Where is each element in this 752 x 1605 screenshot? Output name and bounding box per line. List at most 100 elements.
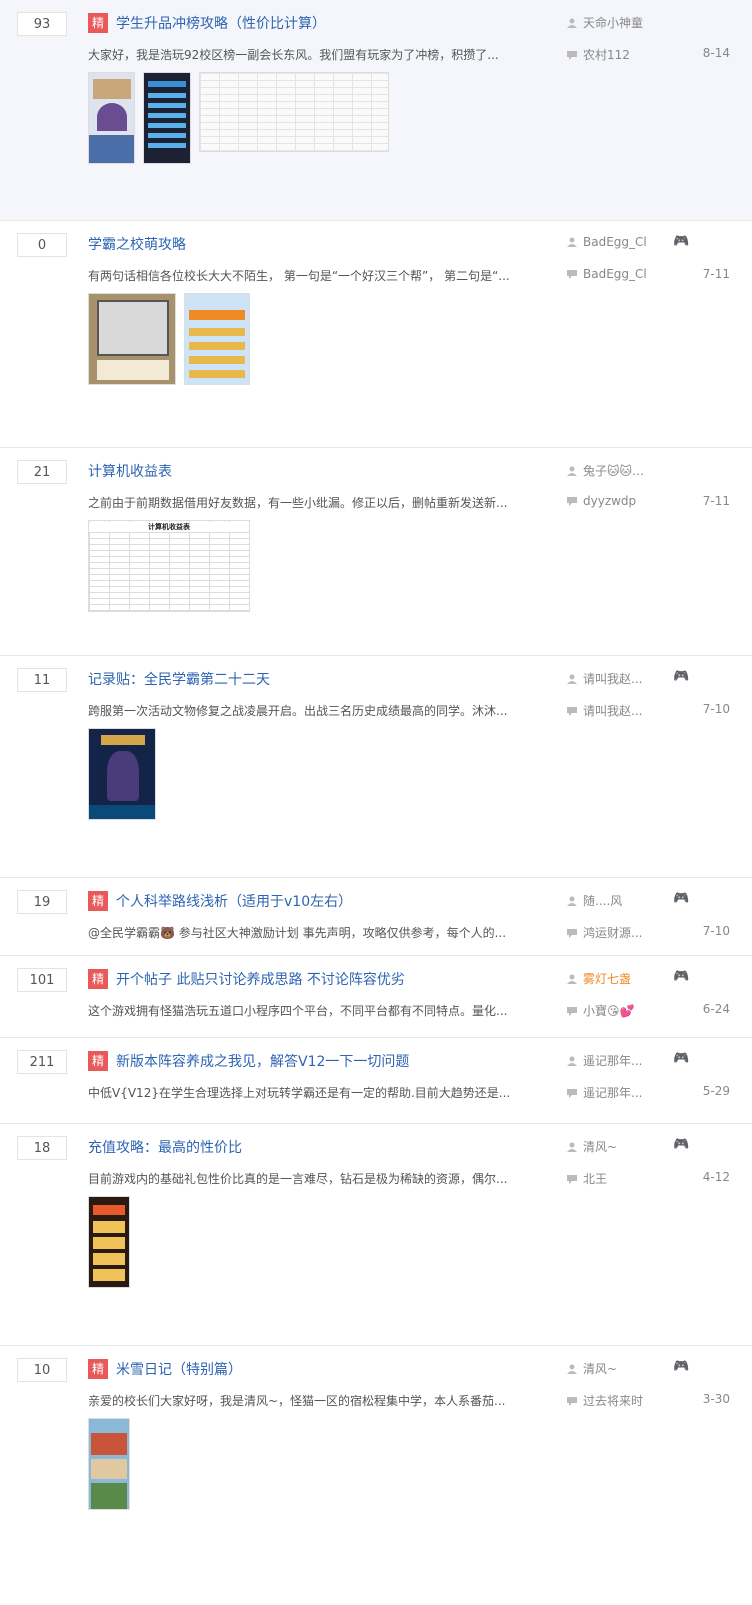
thread-author[interactable]: 天命小神童 <box>567 14 643 31</box>
thread-author[interactable]: 清风~ <box>567 1138 617 1155</box>
thread-title[interactable]: 学生升品冲榜攻略（性价比计算） <box>116 13 326 33</box>
last-reply-name[interactable]: 小寶😘💕 <box>583 1002 634 1019</box>
comment-icon <box>567 706 577 716</box>
last-reply[interactable]: 请叫我赵... <box>567 702 642 719</box>
thread-row[interactable]: 11 记录贴：全民学霸第二十二天 跨服第一次活动文物修复之战凌晨开启。出战三名历… <box>0 656 752 878</box>
last-reply[interactable]: 遥记那年... <box>567 1084 642 1101</box>
thread-author[interactable]: 雾灯七盏 <box>567 970 631 987</box>
thread-abstract: 目前游戏内的基础礼包性价比真的是一言难尽，钻石是极为稀缺的资源，偶尔... <box>88 1172 508 1186</box>
comment-icon <box>567 1174 577 1184</box>
thumbnail-data-sheet[interactable] <box>199 72 389 152</box>
thread-author[interactable]: 遥记那年... <box>567 1052 642 1069</box>
thread-row[interactable]: 18 充值攻略：最高的性价比 目前游戏内的基础礼包性价比真的是一言难尽，钻石是极… <box>0 1124 752 1346</box>
thread-title[interactable]: 米雪日记（特别篇） <box>116 1359 242 1379</box>
thread-abstract: 有两句话相信各位校长大大不陌生， 第一句是“一个好汉三个帮”， 第二句是“... <box>88 269 510 283</box>
last-reply[interactable]: BadEgg_Cl <box>567 267 647 281</box>
thread-author[interactable]: 请叫我赵... <box>567 670 642 687</box>
last-reply[interactable]: 鸿运财源... <box>567 924 642 941</box>
user-icon <box>567 466 577 476</box>
thread-abstract: 中低V{V12}在学生合理选择上对玩转学霸还是有一定的帮助.目前大趋势还是... <box>88 1086 511 1100</box>
gamepad-icon: 🎮 <box>673 1359 690 1374</box>
essence-badge: 精 <box>88 1359 108 1379</box>
reply-count: 10 <box>17 1358 67 1382</box>
gamepad-icon: 🎮 <box>673 234 690 249</box>
thread-abstract: 亲爱的校长们大家好呀，我是清风~，怪猫一区的宿松程集中学，本人系番茄... <box>88 1394 506 1408</box>
last-reply[interactable]: 过去将来时 <box>567 1392 643 1409</box>
thread-title[interactable]: 记录贴：全民学霸第二十二天 <box>88 669 270 689</box>
thread-title[interactable]: 充值攻略：最高的性价比 <box>88 1137 242 1157</box>
last-reply-name[interactable]: 请叫我赵... <box>583 702 642 719</box>
thread-title[interactable]: 开个帖子 此贴只讨论养成思路 不讨论阵容优劣 <box>116 969 405 989</box>
author-name[interactable]: 兔子🐱🐱… <box>583 462 644 479</box>
last-reply-name[interactable]: 遥记那年... <box>583 1084 642 1101</box>
thumbnail-game-shop[interactable] <box>184 293 250 385</box>
user-icon <box>567 1056 577 1066</box>
thread-author[interactable]: 兔子🐱🐱… <box>567 462 644 479</box>
thread-row[interactable]: 10 精米雪日记（特别篇） 亲爱的校长们大家好呀，我是清风~，怪猫一区的宿松程集… <box>0 1346 752 1605</box>
last-reply[interactable]: 小寶😘💕 <box>567 1002 634 1019</box>
thread-author[interactable]: BadEgg_Cl <box>567 235 647 249</box>
last-reply-name[interactable]: 鸿运财源... <box>583 924 642 941</box>
last-reply-date: 7-11 <box>702 494 730 508</box>
reply-count: 211 <box>17 1050 67 1074</box>
author-name[interactable]: 天命小神童 <box>583 14 643 31</box>
author-name[interactable]: 雾灯七盏 <box>583 970 631 987</box>
thumbnail-game-list[interactable] <box>143 72 191 164</box>
last-reply-date: 4-12 <box>702 1170 730 1184</box>
reply-count: 21 <box>17 460 67 484</box>
last-reply-name[interactable]: 农村112 <box>583 46 630 63</box>
thumbnail-character-art[interactable] <box>88 728 156 820</box>
last-reply[interactable]: dyyzwdp <box>567 494 636 508</box>
last-reply[interactable]: 农村112 <box>567 46 630 63</box>
thumbnail-recharge-screen[interactable] <box>88 1196 130 1288</box>
thread-title[interactable]: 学霸之校萌攻略 <box>88 234 186 254</box>
thread-row[interactable]: 93 精学生升品冲榜攻略（性价比计算） 大家好，我是浩玩92校区榜一副会长东风。… <box>0 0 752 221</box>
last-reply-name[interactable]: 过去将来时 <box>583 1392 643 1409</box>
reply-count: 19 <box>17 890 67 914</box>
author-name[interactable]: 请叫我赵... <box>583 670 642 687</box>
reply-count: 93 <box>17 12 67 36</box>
thread-title[interactable]: 新版本阵容养成之我见，解答V12一下一切问题 <box>116 1051 409 1071</box>
gamepad-icon: 🎮 <box>673 891 690 906</box>
comment-icon <box>567 928 577 938</box>
essence-badge: 精 <box>88 1051 108 1071</box>
author-name[interactable]: 清风~ <box>583 1360 617 1377</box>
comment-icon <box>567 1396 577 1406</box>
thread-row[interactable]: 0 学霸之校萌攻略 有两句话相信各位校长大大不陌生， 第一句是“一个好汉三个帮”… <box>0 221 752 448</box>
thread-row[interactable]: 19 精个人科举路线浅析（适用于v10左右） @全民学霸霸🐻 参与社区大神激励计… <box>0 878 752 956</box>
last-reply-date: 7-10 <box>702 702 730 716</box>
author-name[interactable]: 随....风 <box>583 892 622 909</box>
comment-icon <box>567 1006 577 1016</box>
thumbnail-school-photo[interactable] <box>88 1418 130 1510</box>
thread-author[interactable]: 随....风 <box>567 892 622 909</box>
thread-row[interactable]: 21 计算机收益表 之前由于前期数据借用好友数据，有一些小纰漏。修正以后，删帖重… <box>0 448 752 656</box>
table-thumbnail-title: 计算机收益表 <box>89 522 249 532</box>
thread-author[interactable]: 清风~ <box>567 1360 617 1377</box>
reply-count: 0 <box>17 233 67 257</box>
thread-abstract: 跨服第一次活动文物修复之战凌晨开启。出战三名历史成绩最高的同学。沐沐... <box>88 704 508 718</box>
user-icon <box>567 974 577 984</box>
author-name[interactable]: 清风~ <box>583 1138 617 1155</box>
user-icon <box>567 896 577 906</box>
last-reply-date: 6-24 <box>702 1002 730 1016</box>
author-name[interactable]: 遥记那年... <box>583 1052 642 1069</box>
thread-title[interactable]: 个人科举路线浅析（适用于v10左右） <box>116 891 352 911</box>
thread-row[interactable]: 211 精新版本阵容养成之我见，解答V12一下一切问题 中低V{V12}在学生合… <box>0 1038 752 1124</box>
gamepad-icon: 🎮 <box>673 969 690 984</box>
user-icon <box>567 18 577 28</box>
thread-row[interactable]: 101 精开个帖子 此贴只讨论养成思路 不讨论阵容优劣 这个游戏拥有怪猫浩玩五道… <box>0 956 752 1038</box>
thread-abstract: 这个游戏拥有怪猫浩玩五道口小程序四个平台，不同平台都有不同特点。量化... <box>88 1004 508 1018</box>
thread-title[interactable]: 计算机收益表 <box>88 461 172 481</box>
thumbnail-game-screen[interactable] <box>88 72 135 164</box>
last-reply-name[interactable]: 北王 <box>583 1170 607 1187</box>
author-name[interactable]: BadEgg_Cl <box>583 235 647 249</box>
last-reply[interactable]: 北王 <box>567 1170 607 1187</box>
user-icon <box>567 1364 577 1374</box>
last-reply-date: 3-30 <box>702 1392 730 1406</box>
thumbnail-income-table[interactable]: 计算机收益表 <box>88 520 250 612</box>
thumbnail-certificate[interactable] <box>88 293 176 385</box>
last-reply-date: 7-10 <box>702 924 730 938</box>
last-reply-name[interactable]: dyyzwdp <box>583 494 636 508</box>
last-reply-name[interactable]: BadEgg_Cl <box>583 267 647 281</box>
essence-badge: 精 <box>88 13 108 33</box>
